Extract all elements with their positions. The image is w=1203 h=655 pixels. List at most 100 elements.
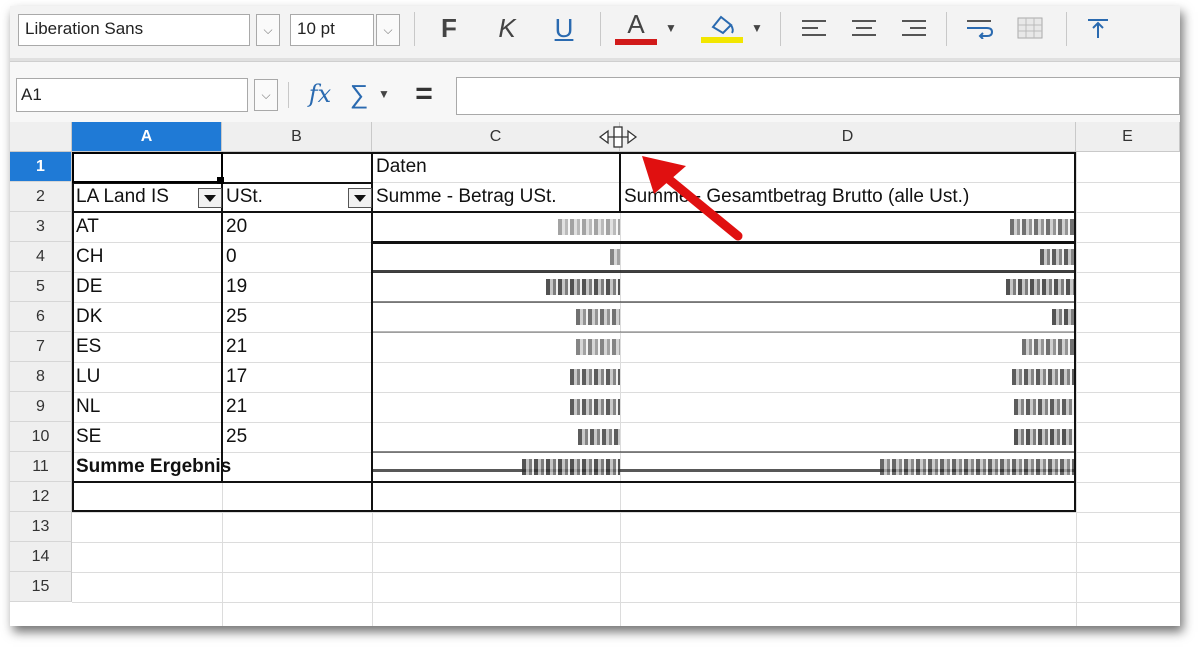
align-center-button[interactable] — [844, 8, 884, 48]
column-header-c[interactable]: C — [372, 122, 620, 152]
row-label: 7 — [36, 337, 45, 355]
row-label: 6 — [36, 307, 45, 325]
pivot-border — [372, 301, 1076, 303]
paint-bucket-icon — [711, 15, 734, 35]
row-label: 14 — [31, 547, 50, 565]
row-header[interactable]: 15 — [10, 572, 72, 602]
formula-input[interactable] — [456, 77, 1180, 115]
highlight-color-button[interactable] — [700, 8, 744, 48]
column-header-a[interactable]: A — [72, 122, 222, 152]
font-color-button[interactable]: A — [614, 8, 658, 48]
row-label: 2 — [36, 187, 45, 205]
font-color-dropdown-button[interactable]: ▼ — [662, 8, 680, 48]
italic-button[interactable]: K — [492, 8, 522, 48]
row-label: 9 — [36, 397, 45, 415]
formula-button[interactable]: = — [404, 74, 444, 114]
row-header[interactable]: 7 — [10, 332, 72, 362]
pivot-filter-button[interactable] — [198, 188, 222, 208]
row-header[interactable]: 10 — [10, 422, 72, 452]
row-header[interactable]: 9 — [10, 392, 72, 422]
sum-dropdown-button[interactable]: ▼ — [374, 74, 394, 114]
font-size-dropdown-button[interactable]: ⌵ — [376, 14, 400, 46]
cell-country[interactable]: AT — [73, 213, 221, 243]
underline-button[interactable]: U — [548, 8, 580, 48]
font-name-box[interactable]: Liberation Sans — [18, 14, 250, 46]
cell-vat[interactable]: 17 — [223, 363, 371, 393]
cell-text: Summe - Betrag USt. — [376, 186, 557, 207]
cell-vat[interactable]: 21 — [223, 333, 371, 363]
cell-country[interactable]: NL — [73, 393, 221, 423]
redacted-value — [558, 219, 620, 235]
row-header[interactable]: 13 — [10, 512, 72, 542]
highlight-color-dropdown-button[interactable]: ▼ — [748, 8, 766, 48]
cell-country[interactable]: DK — [73, 303, 221, 333]
chevron-down-icon: ⌵ — [263, 22, 273, 37]
cell-text: Daten — [376, 156, 427, 177]
cell-country[interactable]: SE — [73, 423, 221, 453]
toolbar-separator — [414, 12, 415, 46]
align-top-icon — [1088, 19, 1108, 38]
cell-c1[interactable]: Daten — [373, 153, 619, 183]
row-header[interactable]: 4 — [10, 242, 72, 272]
formula-bar: A1 ⌵ fx ∑ ▼ = — [10, 74, 1180, 118]
align-left-button[interactable] — [794, 8, 834, 48]
row-header[interactable]: 8 — [10, 362, 72, 392]
column-label: A — [140, 127, 153, 145]
row-header[interactable]: 3 — [10, 212, 72, 242]
cell-c2[interactable]: Summe - Betrag USt. — [373, 183, 619, 213]
cell-vat[interactable]: 21 — [223, 393, 371, 423]
row-header[interactable]: 1 — [10, 152, 72, 182]
select-all-corner[interactable] — [10, 122, 72, 152]
spreadsheet-window: Liberation Sans ⌵ 10 pt ⌵ F K U A ▼ ▼ A1… — [10, 6, 1180, 626]
name-box-dropdown-button[interactable]: ⌵ — [254, 79, 278, 111]
cell-country[interactable]: DE — [73, 273, 221, 303]
wrap-text-button[interactable] — [960, 8, 1000, 48]
chevron-down-icon: ⌵ — [261, 87, 271, 102]
cell-vat[interactable]: 25 — [223, 423, 371, 453]
column-header-e[interactable]: E — [1076, 122, 1180, 152]
row-header[interactable]: 11 — [10, 452, 72, 482]
cell-text: SE — [76, 426, 102, 447]
sum-button[interactable]: ∑ — [344, 74, 374, 114]
row-label: 13 — [31, 517, 50, 535]
align-top-button[interactable] — [1078, 8, 1118, 48]
grid-line — [72, 602, 1180, 603]
cell-vat[interactable]: 20 — [223, 213, 371, 243]
bold-button[interactable]: F — [434, 8, 464, 48]
row-header[interactable]: 2 — [10, 182, 72, 212]
cell-text: LU — [76, 366, 101, 387]
row-label: 8 — [36, 367, 45, 385]
font-name-dropdown-button[interactable]: ⌵ — [256, 14, 280, 46]
align-right-icon — [902, 20, 926, 36]
column-header-b[interactable]: B — [222, 122, 372, 152]
font-size-box[interactable]: 10 pt — [290, 14, 374, 46]
cell-vat[interactable]: 19 — [223, 273, 371, 303]
row-header[interactable]: 14 — [10, 542, 72, 572]
merge-cells-button[interactable] — [1010, 8, 1050, 48]
cell-vat[interactable]: 25 — [223, 303, 371, 333]
row-header[interactable]: 5 — [10, 272, 72, 302]
cell-cursor[interactable] — [72, 152, 223, 183]
align-center-icon — [852, 20, 876, 36]
cell-country[interactable]: LU — [73, 363, 221, 393]
cell-text: ES — [76, 336, 102, 357]
row-header[interactable]: 6 — [10, 302, 72, 332]
row-label: 5 — [36, 277, 45, 295]
function-wizard-button[interactable]: fx — [300, 74, 340, 114]
column-header-d[interactable]: D — [620, 122, 1076, 152]
redacted-value — [1022, 339, 1074, 355]
redacted-value — [576, 339, 620, 355]
pivot-filter-button[interactable] — [348, 188, 372, 208]
align-right-button[interactable] — [894, 8, 934, 48]
cell-country[interactable]: CH — [73, 243, 221, 273]
cell-a11-total[interactable]: Summe Ergebnis — [73, 453, 371, 483]
cell-country[interactable]: ES — [73, 333, 221, 363]
wrap-text-icon — [967, 20, 994, 39]
toolbar-separator — [600, 12, 601, 46]
cell-vat[interactable]: 0 — [223, 243, 371, 273]
cell-text: AT — [76, 216, 99, 237]
font-size-value: 10 pt — [297, 19, 335, 38]
grid-line — [72, 572, 1180, 573]
name-box[interactable]: A1 — [16, 78, 248, 112]
row-header[interactable]: 12 — [10, 482, 72, 512]
